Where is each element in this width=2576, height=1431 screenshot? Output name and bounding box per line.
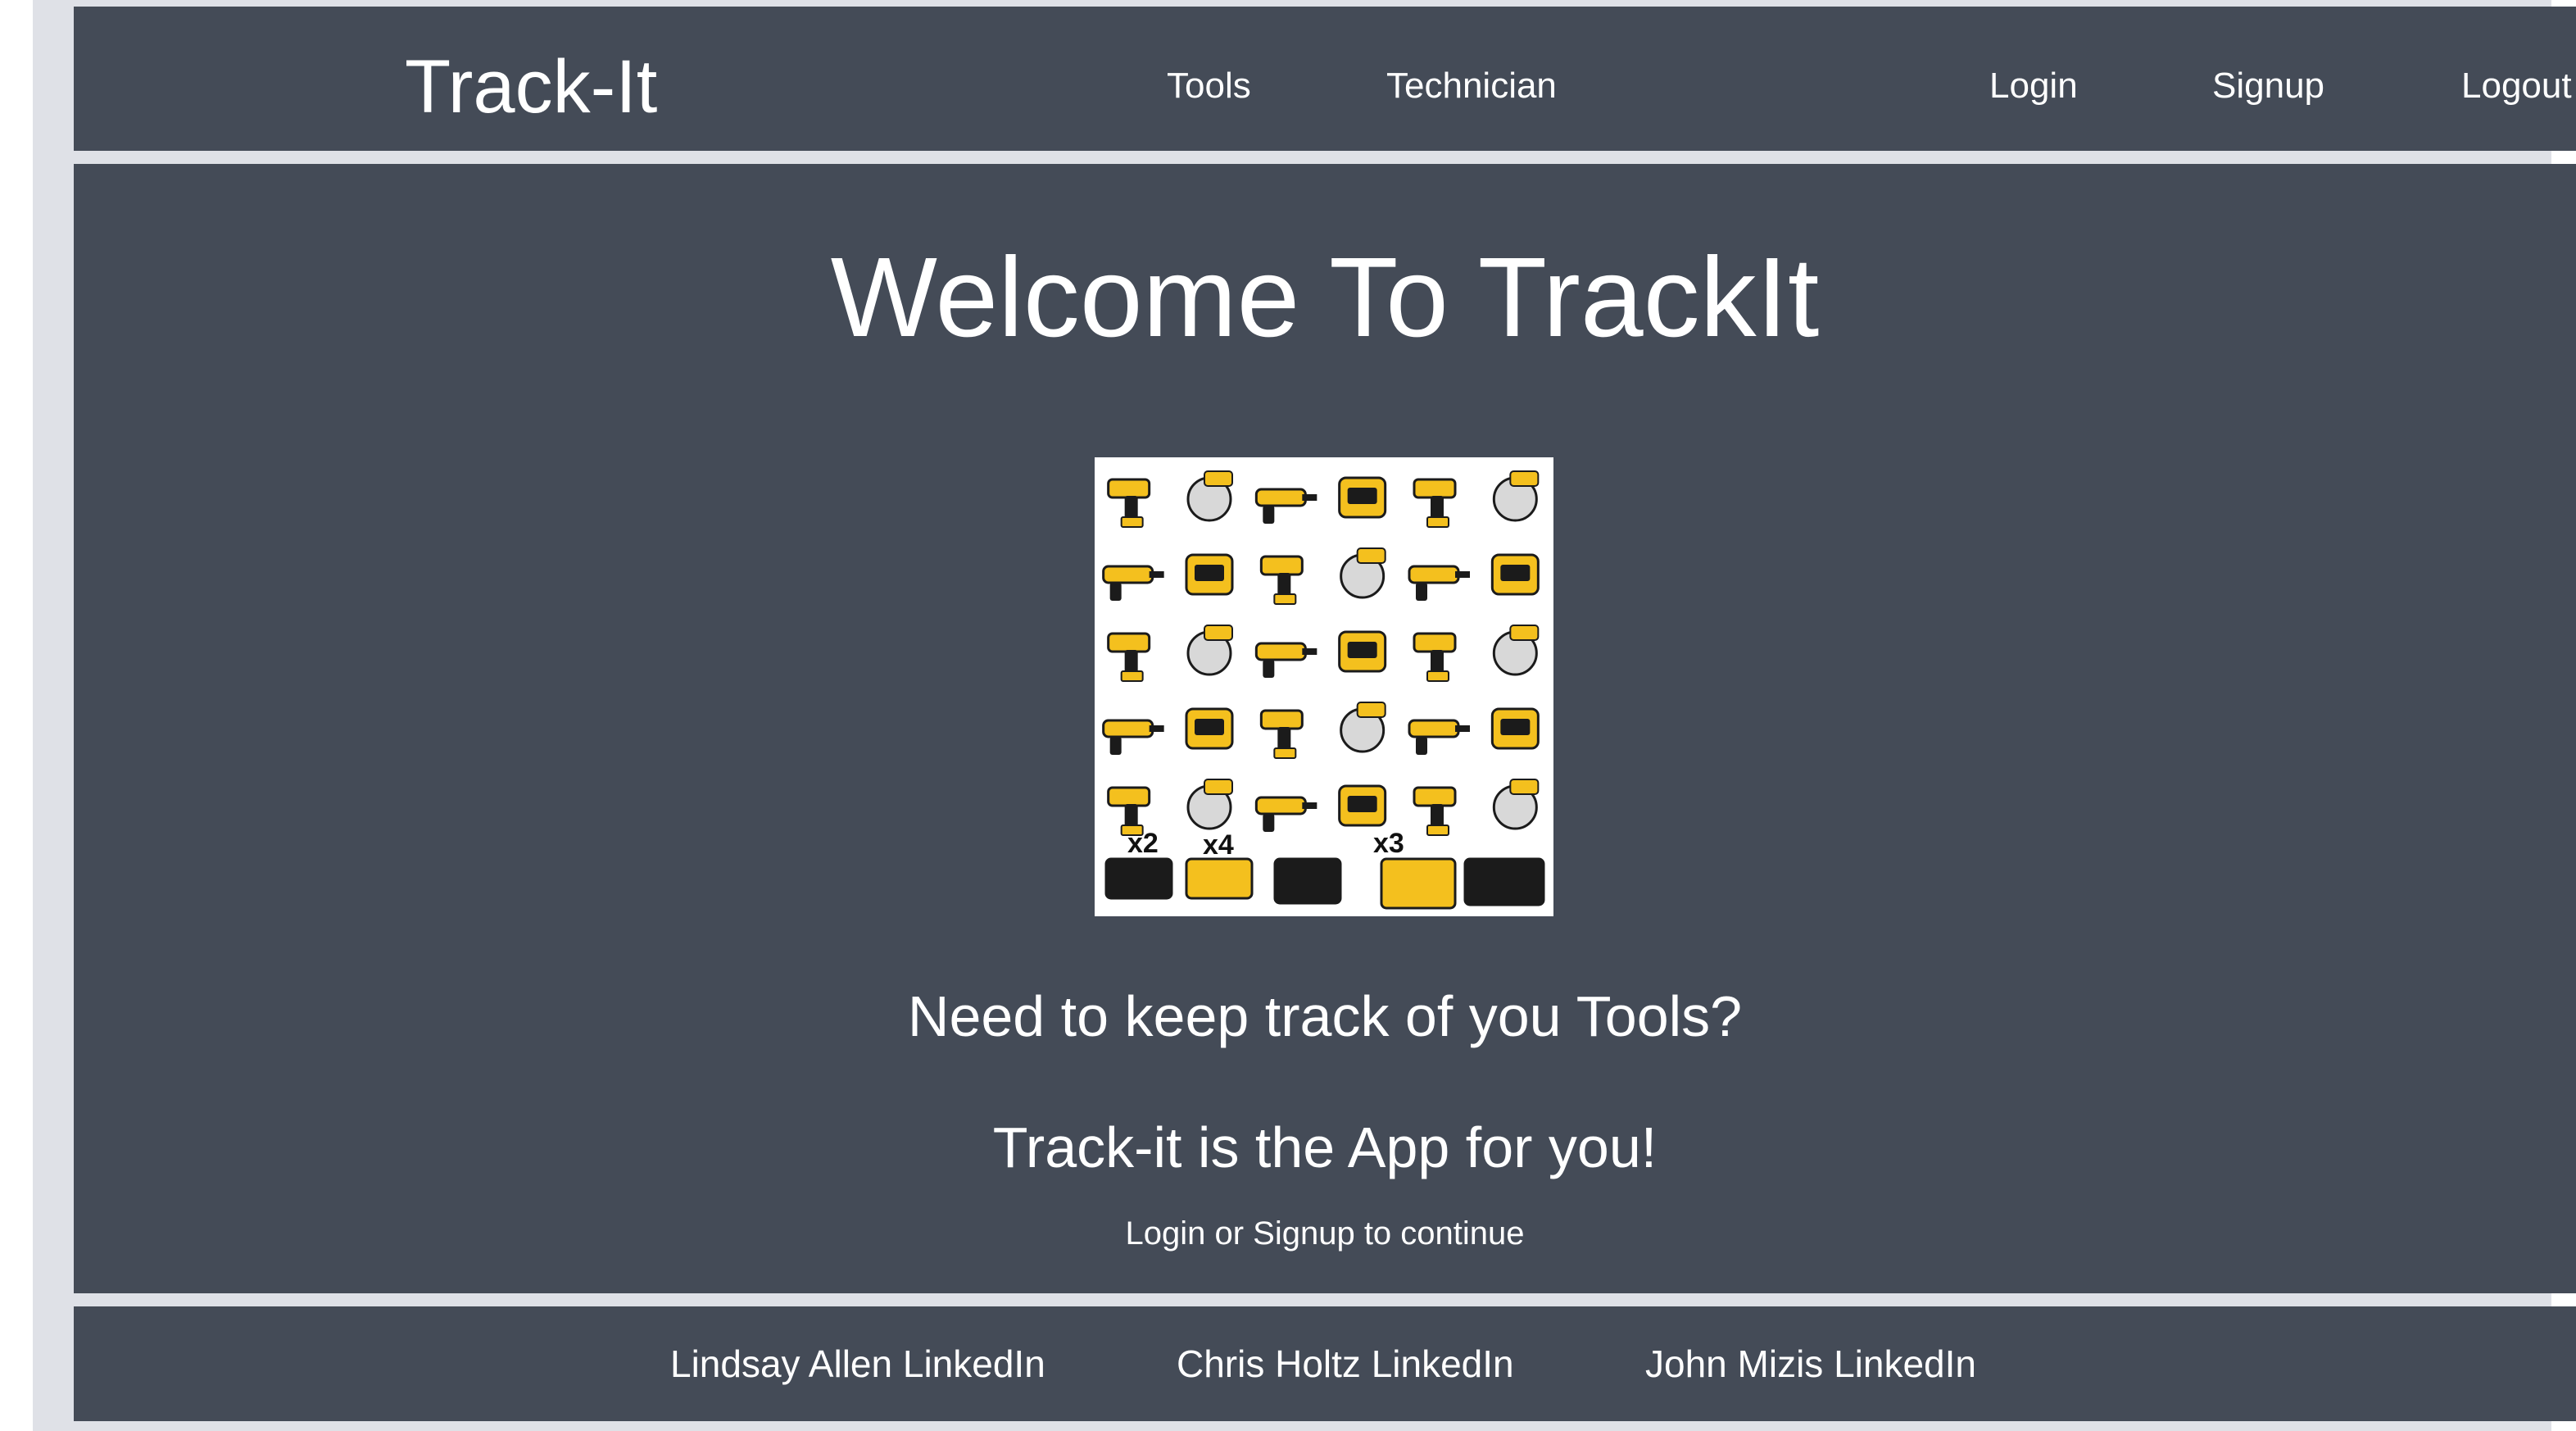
image-label-x4: x4 bbox=[1203, 829, 1234, 861]
image-label-x3: x3 bbox=[1373, 828, 1404, 859]
tool-shape bbox=[1273, 857, 1342, 905]
tool-shape bbox=[1500, 565, 1531, 581]
tool-shape bbox=[1259, 555, 1304, 576]
site-header: Track-It Tools Technician Login Signup L… bbox=[74, 7, 2576, 151]
tool-shape bbox=[1463, 857, 1545, 906]
tool-shape bbox=[1356, 702, 1386, 718]
tool-shape bbox=[1413, 478, 1457, 499]
brand-logo[interactable]: Track-It bbox=[405, 46, 657, 128]
tool-shape bbox=[1107, 786, 1151, 807]
tool-shape bbox=[1455, 725, 1470, 732]
hero-section: Welcome To TrackIt x2 x4 x3 Need to keep… bbox=[74, 164, 2576, 1293]
tool-shape bbox=[1302, 648, 1317, 655]
tool-shape bbox=[1204, 625, 1233, 641]
tools-collection-image: x2 x4 x3 bbox=[1095, 457, 1553, 916]
tool-shape bbox=[1185, 857, 1254, 900]
tool-shape bbox=[1102, 719, 1154, 738]
tool-shape bbox=[1509, 779, 1540, 795]
hero-title: Welcome To TrackIt bbox=[830, 234, 1820, 361]
tool-shape bbox=[1107, 632, 1151, 653]
nav-signup-link[interactable]: Signup bbox=[2212, 64, 2324, 108]
tool-shape bbox=[1107, 478, 1151, 499]
tool-shape bbox=[1408, 565, 1460, 584]
tool-shape bbox=[1455, 571, 1470, 578]
tool-shape bbox=[1204, 470, 1233, 487]
tool-shape bbox=[1273, 593, 1297, 605]
tool-shape bbox=[1149, 725, 1164, 732]
tool-shape bbox=[1259, 709, 1304, 730]
tool-shape bbox=[1195, 719, 1224, 735]
tool-shape bbox=[1109, 737, 1122, 755]
footer-linkedin-lindsay[interactable]: Lindsay Allen LinkedIn bbox=[670, 1341, 1045, 1387]
tool-shape bbox=[1273, 747, 1297, 759]
hero-cta-text: Login or Signup to continue bbox=[1125, 1215, 1525, 1252]
footer-linkedin-john[interactable]: John Mizis LinkedIn bbox=[1645, 1341, 1976, 1387]
tool-shape bbox=[1416, 583, 1427, 601]
nav-logout-link[interactable]: Logout bbox=[2461, 64, 2572, 108]
tool-shape bbox=[1426, 516, 1449, 528]
page-frame: Track-It Tools Technician Login Signup L… bbox=[33, 0, 2576, 1431]
tool-shape bbox=[1102, 565, 1154, 584]
tool-shape bbox=[1413, 786, 1457, 807]
tool-shape bbox=[1347, 796, 1377, 812]
tool-shape bbox=[1413, 632, 1457, 653]
tool-shape bbox=[1120, 516, 1144, 528]
tool-shape bbox=[1149, 571, 1164, 578]
tool-shape bbox=[1120, 670, 1144, 682]
tool-shape bbox=[1408, 719, 1460, 738]
tool-shape bbox=[1263, 506, 1275, 524]
tool-shape bbox=[1426, 670, 1449, 682]
tool-shape bbox=[1263, 814, 1275, 832]
tool-shape bbox=[1109, 583, 1122, 601]
site-footer: Lindsay Allen LinkedIn Chris Holtz Linke… bbox=[74, 1306, 2576, 1421]
tool-shape bbox=[1500, 719, 1531, 735]
image-label-x2: x2 bbox=[1127, 828, 1159, 859]
tool-shape bbox=[1254, 796, 1307, 815]
tool-shape bbox=[1347, 642, 1377, 658]
tool-shape bbox=[1380, 857, 1457, 910]
tool-shape bbox=[1509, 625, 1540, 641]
tool-shape bbox=[1254, 642, 1307, 661]
tool-shape bbox=[1356, 547, 1386, 564]
tool-shape bbox=[1347, 488, 1377, 504]
tool-shape bbox=[1204, 779, 1233, 795]
nav-technician-link[interactable]: Technician bbox=[1386, 64, 1557, 108]
tool-shape bbox=[1426, 825, 1449, 836]
tool-shape bbox=[1416, 737, 1427, 755]
tool-shape bbox=[1302, 494, 1317, 501]
tool-shape bbox=[1254, 488, 1307, 507]
tool-shape bbox=[1263, 660, 1275, 678]
nav-tools-link[interactable]: Tools bbox=[1167, 64, 1251, 108]
hero-answer: Track-it is the App for you! bbox=[992, 1115, 1658, 1179]
power-tools-illustration: x2 x4 x3 bbox=[1095, 457, 1553, 916]
tool-shape bbox=[1195, 565, 1224, 581]
hero-question: Need to keep track of you Tools? bbox=[907, 984, 1743, 1048]
nav-login-link[interactable]: Login bbox=[1989, 64, 2078, 108]
footer-linkedin-chris[interactable]: Chris Holtz LinkedIn bbox=[1177, 1341, 1514, 1387]
tool-shape bbox=[1302, 802, 1317, 809]
tool-shape bbox=[1104, 857, 1173, 900]
tool-shape bbox=[1509, 470, 1540, 487]
